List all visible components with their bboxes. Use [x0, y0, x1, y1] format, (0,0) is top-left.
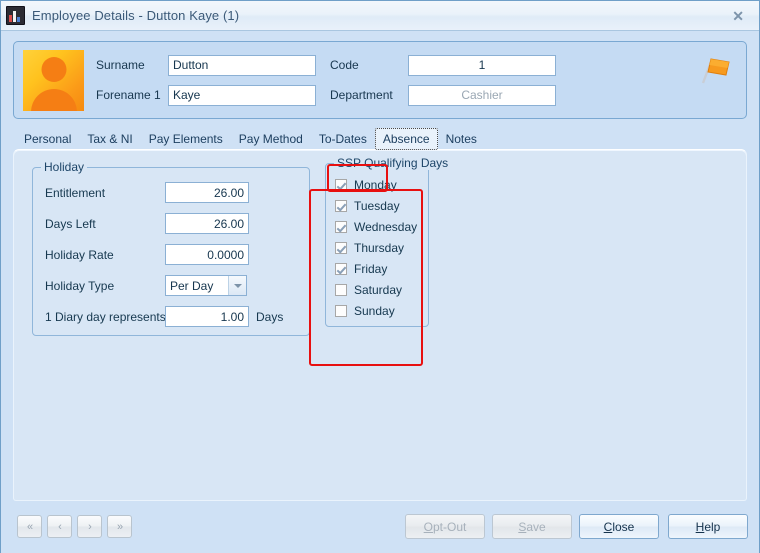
close-icon[interactable]: ✕: [728, 7, 748, 25]
checkbox-tuesday[interactable]: [335, 200, 347, 212]
chevron-down-icon[interactable]: [228, 276, 246, 295]
close-label-rest: lose: [612, 519, 635, 534]
window-title: Employee Details - Dutton Kaye (1): [32, 8, 240, 23]
ssp-day-tuesday[interactable]: Tuesday: [335, 199, 400, 213]
checkbox-friday[interactable]: [335, 263, 347, 275]
title-bar: Employee Details - Dutton Kaye (1) ✕: [1, 1, 759, 31]
opt-out-button: Opt-Out: [405, 514, 485, 539]
holiday-type-label: Holiday Type: [45, 278, 115, 293]
diary-day-suffix: Days: [256, 309, 284, 324]
holiday-group: Holiday Entitlement Days Left Holiday Ra…: [32, 160, 310, 336]
diary-day-row: 1 Diary day represents Days: [45, 306, 283, 327]
ssp-day-friday[interactable]: Friday: [335, 262, 387, 276]
holiday-type-value: Per Day: [170, 278, 214, 293]
ssp-day-sunday[interactable]: Sunday: [335, 304, 395, 318]
checkbox-saturday[interactable]: [335, 284, 347, 296]
tab-to-dates[interactable]: To-Dates: [311, 128, 375, 150]
ssp-day-label: Saturday: [354, 283, 403, 297]
ssp-day-label: Monday: [354, 178, 397, 192]
entitlement-label: Entitlement: [45, 185, 106, 200]
ssp-day-monday[interactable]: Monday: [335, 178, 397, 192]
days-left-input[interactable]: [165, 213, 249, 234]
ssp-day-label: Friday: [354, 262, 388, 276]
department-row: Department: [316, 84, 556, 106]
footer-button-bar: « ‹ › » Opt-Out Save Close Help: [1, 501, 759, 553]
code-label: Code: [330, 58, 359, 72]
entitlement-input[interactable]: [165, 182, 249, 203]
help-label-rest: elp: [704, 519, 721, 534]
previous-record-button[interactable]: ‹: [47, 515, 72, 538]
checkbox-thursday[interactable]: [335, 242, 347, 254]
forename-input[interactable]: [168, 84, 316, 106]
diary-day-input[interactable]: [165, 306, 249, 327]
tab-absence[interactable]: Absence: [374, 128, 438, 150]
save-button: Save: [492, 514, 572, 539]
ssp-group-legend: SSP Qualifying Days: [334, 156, 452, 170]
department-label: Department: [330, 88, 393, 102]
tab-pay-method[interactable]: Pay Method: [231, 128, 311, 150]
tab-tax-and-ni[interactable]: Tax & NI: [79, 128, 140, 150]
code-field-column: Code Department: [316, 54, 556, 106]
bar-chart-app-icon: [6, 6, 25, 25]
first-record-button[interactable]: «: [17, 515, 42, 538]
code-input[interactable]: [408, 54, 556, 76]
holiday-rate-label: Holiday Rate: [45, 247, 114, 262]
checkbox-wednesday[interactable]: [335, 221, 347, 233]
absence-tab-page: Holiday Entitlement Days Left Holiday Ra…: [13, 149, 747, 501]
person-placeholder-avatar: [23, 49, 84, 111]
ssp-day-label: Wednesday: [354, 220, 418, 234]
tab-notes[interactable]: Notes: [438, 128, 485, 150]
diary-day-label: 1 Diary day represents: [45, 309, 166, 324]
ssp-qualifying-days-group: SSP Qualifying Days Monday Tuesday Wedne…: [325, 156, 452, 327]
help-button[interactable]: Help: [668, 514, 748, 539]
checkbox-sunday[interactable]: [335, 305, 347, 317]
holiday-rate-row: Holiday Rate: [45, 244, 249, 265]
holiday-group-legend: Holiday: [41, 160, 88, 174]
surname-label: Surname: [96, 58, 145, 72]
days-left-label: Days Left: [45, 216, 96, 231]
days-left-row: Days Left: [45, 213, 249, 234]
window-body: Surname Forename 1 Code Department: [1, 31, 759, 501]
tab-strip: Personal Tax & NI Pay Elements Pay Metho…: [13, 126, 747, 150]
tab-pay-elements[interactable]: Pay Elements: [141, 128, 231, 150]
tab-personal[interactable]: Personal: [16, 128, 79, 150]
save-label-rest: ave: [526, 519, 546, 534]
code-row: Code: [316, 54, 556, 76]
close-button[interactable]: Close: [579, 514, 659, 539]
ssp-day-thursday[interactable]: Thursday: [335, 241, 404, 255]
next-record-button[interactable]: ›: [77, 515, 102, 538]
opt-out-label-rest: pt-Out: [432, 519, 467, 534]
checkbox-monday[interactable]: [335, 179, 347, 191]
forename-label: Forename 1: [96, 88, 161, 102]
entitlement-row: Entitlement: [45, 182, 249, 203]
orange-flag-icon: [701, 58, 730, 84]
surname-input[interactable]: [168, 54, 316, 76]
ssp-day-saturday[interactable]: Saturday: [335, 283, 402, 297]
holiday-type-dropdown[interactable]: Per Day: [165, 275, 247, 296]
ssp-day-label: Thursday: [354, 241, 405, 255]
last-record-button[interactable]: »: [107, 515, 132, 538]
ssp-day-label: Sunday: [354, 304, 395, 318]
ssp-day-wednesday[interactable]: Wednesday: [335, 220, 417, 234]
ssp-day-label: Tuesday: [354, 199, 400, 213]
forename-row: Forename 1: [96, 84, 316, 106]
header-fields: Surname Forename 1 Code Department: [96, 54, 556, 106]
employee-header-card: Surname Forename 1 Code Department: [13, 41, 747, 119]
surname-row: Surname: [96, 54, 316, 76]
department-input[interactable]: [408, 84, 556, 106]
holiday-type-row: Holiday Type Per Day: [45, 275, 247, 296]
holiday-rate-input[interactable]: [165, 244, 249, 265]
name-field-column: Surname Forename 1: [96, 54, 316, 106]
employee-details-window: Employee Details - Dutton Kaye (1) ✕ Sur…: [0, 0, 760, 553]
